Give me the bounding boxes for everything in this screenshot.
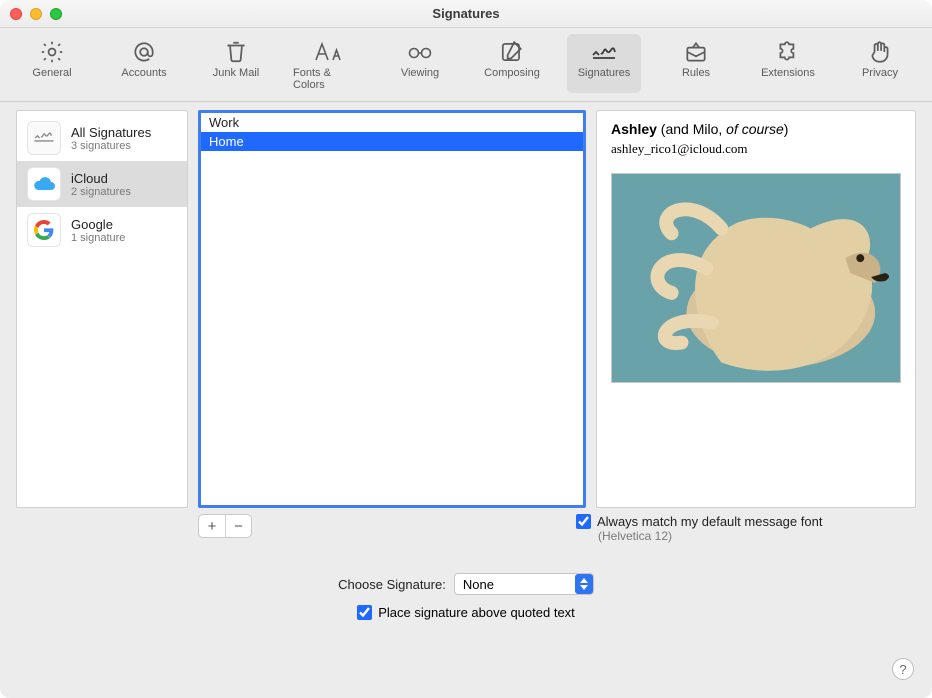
account-item-all-signatures[interactable]: All Signatures3 signatures	[17, 115, 187, 161]
choose-signature-label: Choose Signature:	[338, 577, 446, 592]
tab-junk-mail[interactable]: Junk Mail	[199, 34, 273, 93]
account-name: All Signatures	[71, 125, 151, 140]
tab-label: Signatures	[578, 67, 631, 79]
tab-rules[interactable]: Rules	[659, 34, 733, 93]
match-font-checkbox[interactable]	[576, 514, 591, 529]
tab-extensions[interactable]: Extensions	[751, 34, 825, 93]
account-sub: 2 signatures	[71, 186, 131, 198]
tab-label: Fonts & Colors	[293, 67, 363, 91]
tab-composing[interactable]: Composing	[475, 34, 549, 93]
titlebar: Signatures	[0, 0, 932, 28]
select-arrows-icon	[575, 574, 593, 594]
signature-image	[611, 173, 901, 383]
account-sub: 3 signatures	[71, 140, 151, 152]
match-font-label: Always match my default message font	[597, 514, 822, 529]
help-button[interactable]: ?	[892, 658, 914, 680]
add-remove-segment: + −	[198, 514, 252, 538]
tab-label: Accounts	[121, 67, 166, 79]
tab-label: Extensions	[761, 67, 815, 79]
signature-name-line: Ashley (and Milo, of course)	[611, 121, 901, 139]
compose-icon	[496, 38, 528, 66]
tab-fonts-colors[interactable]: Fonts & Colors	[291, 34, 365, 93]
account-name: Google	[71, 217, 125, 232]
account-item-icloud[interactable]: iCloud2 signatures	[17, 161, 187, 207]
place-above-checkbox[interactable]	[357, 605, 372, 620]
tab-privacy[interactable]: Privacy	[843, 34, 917, 93]
account-sub: 1 signature	[71, 232, 125, 244]
preferences-toolbar: General Accounts Junk Mail Fonts & Color…	[0, 28, 932, 102]
add-signature-button[interactable]: +	[199, 515, 225, 537]
tab-label: Junk Mail	[213, 67, 259, 79]
rules-icon	[680, 38, 712, 66]
accounts-pane: All Signatures3 signatures iCloud2 signa…	[16, 110, 188, 508]
remove-signature-button[interactable]: −	[225, 515, 251, 537]
tab-accounts[interactable]: Accounts	[107, 34, 181, 93]
tab-label: Viewing	[401, 67, 439, 79]
cloud-icon	[27, 167, 61, 201]
tab-general[interactable]: General	[15, 34, 89, 93]
match-font-sublabel: (Helvetica 12)	[598, 529, 672, 543]
signature-item-home[interactable]: Home	[201, 132, 583, 151]
signature-email-line: ashley_rico1@icloud.com	[611, 141, 901, 157]
signature-preview-pane[interactable]: Ashley (and Milo, of course) ashley_rico…	[596, 110, 916, 508]
at-sign-icon	[128, 38, 160, 66]
tab-label: Rules	[682, 67, 710, 79]
window-title: Signatures	[0, 6, 932, 21]
tab-label: Privacy	[862, 67, 898, 79]
place-above-label: Place signature above quoted text	[378, 605, 575, 620]
puzzle-icon	[772, 38, 804, 66]
tab-label: General	[32, 67, 71, 79]
signature-item-work[interactable]: Work	[201, 113, 583, 132]
signature-icon	[588, 38, 620, 66]
tab-signatures[interactable]: Signatures	[567, 34, 641, 93]
glasses-icon	[404, 38, 436, 66]
choose-signature-select[interactable]: None	[454, 573, 594, 595]
all-signatures-icon	[27, 121, 61, 155]
tab-label: Composing	[484, 67, 540, 79]
trash-icon	[220, 38, 252, 66]
google-icon	[27, 213, 61, 247]
hand-icon	[864, 38, 896, 66]
signature-list-pane[interactable]: Work Home	[198, 110, 586, 508]
account-item-google[interactable]: Google1 signature	[17, 207, 187, 253]
account-name: iCloud	[71, 171, 131, 186]
gear-icon	[36, 38, 68, 66]
tab-viewing[interactable]: Viewing	[383, 34, 457, 93]
fonts-icon	[312, 38, 344, 66]
